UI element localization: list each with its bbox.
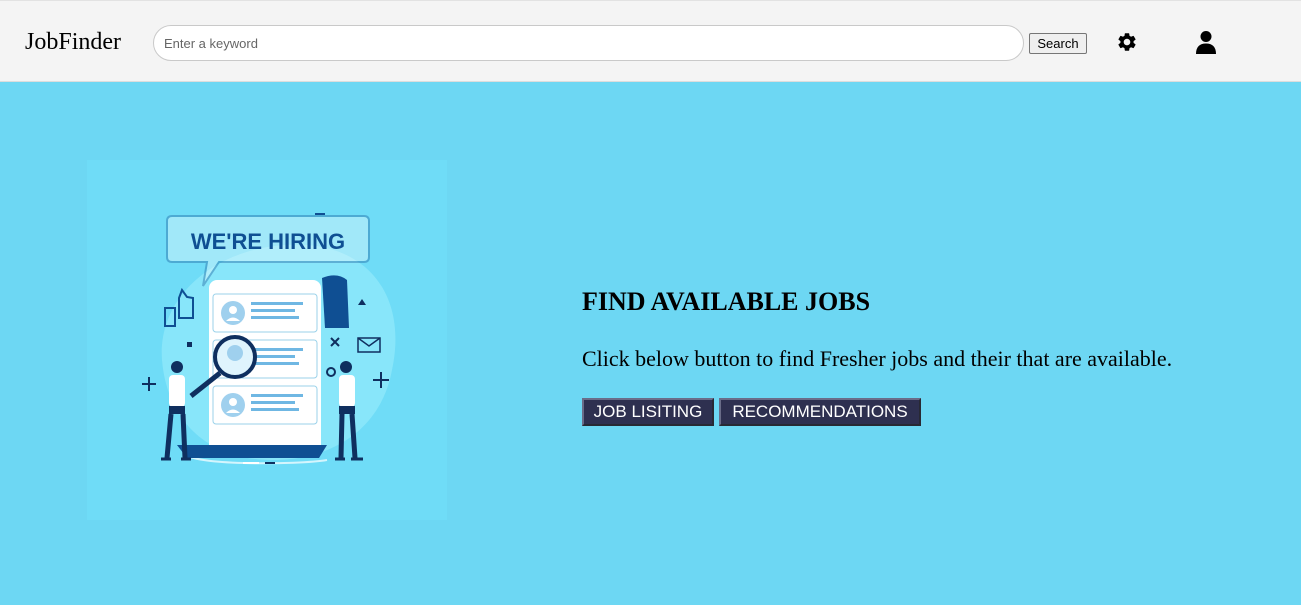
banner-text: WE'RE HIRING (191, 229, 345, 254)
navbar: JobFinder Search (0, 0, 1301, 82)
recommendations-button[interactable]: RECOMMENDATIONS (719, 398, 921, 426)
user-icon[interactable] (1195, 30, 1217, 54)
gear-icon[interactable] (1116, 31, 1138, 53)
search-input[interactable] (153, 25, 1024, 61)
hero-description: Click below button to find Fresher jobs … (582, 346, 1173, 371)
hiring-illustration: WE'RE HIRING (87, 160, 447, 520)
search-button[interactable]: Search (1029, 33, 1087, 54)
page-title: FIND AVAILABLE JOBS (582, 287, 871, 316)
brand-logo[interactable]: JobFinder (25, 28, 121, 56)
job-listing-button[interactable]: JOB LISITING (582, 398, 714, 426)
